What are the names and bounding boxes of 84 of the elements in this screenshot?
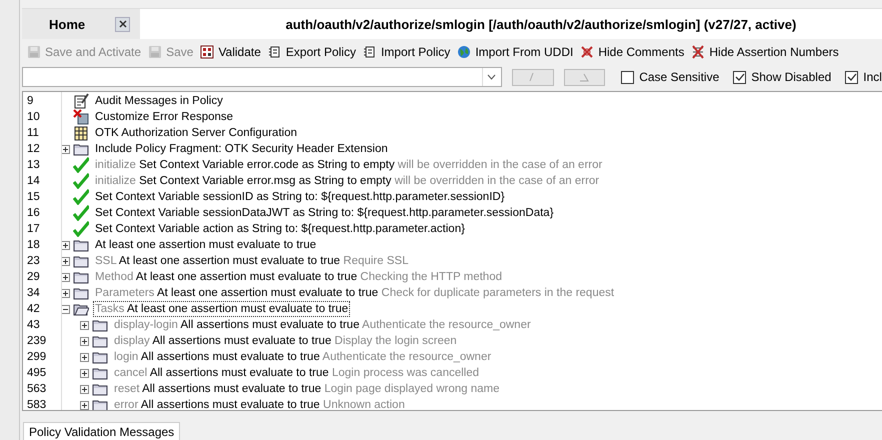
tree-node[interactable]: Audit Messages in Policy [93, 93, 225, 109]
tree-node[interactable]: cancel All assertions must evaluate to true Login process was cancelled [112, 365, 482, 381]
tree-node[interactable]: error All assertions must evaluate to true Unknown action [112, 397, 407, 410]
checkbox-label[interactable]: Incl [863, 70, 882, 84]
line-number: 14 [26, 174, 41, 189]
caret-icon [487, 74, 496, 80]
expand-icon[interactable] [80, 352, 88, 362]
line-number: 15 [26, 190, 41, 205]
tree-node[interactable]: initialize Set Context Variable error.msg as String to empty will be overridden in the case of an error [93, 173, 602, 189]
tree-node[interactable]: Set Context Variable sessionDataJWT as String to: ${request.http.parameter.sessionData} [93, 205, 556, 221]
expand-icon[interactable] [62, 272, 70, 282]
expand-icon[interactable] [62, 288, 70, 298]
tree-node[interactable]: Parameters At least one assertion must evaluate to true Check for duplicate parameters in the request [93, 285, 616, 301]
tree-node[interactable]: reset All assertions must evaluate to true Login page displayed wrong name [112, 381, 502, 397]
expand-icon[interactable] [80, 336, 88, 346]
toolbar-button[interactable]: Hide Assertion Numbers [691, 45, 839, 59]
line-number: 42 [26, 302, 41, 317]
line-number: 9 [26, 94, 34, 109]
tree-node[interactable]: Set Context Variable action as String to: ${request.http.parameter.action} [93, 221, 467, 237]
check-icon [73, 205, 89, 221]
checkbox-label[interactable]: Show Disabled [751, 70, 832, 84]
tree-node[interactable]: login All assertions must evaluate to true Authenticate the resource_owner [112, 349, 494, 365]
error-box-icon [73, 109, 89, 125]
cross-list-icon [691, 45, 706, 59]
line-number: 11 [26, 126, 40, 141]
tree-node[interactable]: Include Policy Fragment: OTK Security Header Extension [93, 141, 390, 157]
expand-icon[interactable] [80, 384, 88, 394]
line-number: 13 [26, 158, 41, 173]
cross-icon [580, 45, 594, 59]
document-icon [268, 45, 282, 59]
toolbar-button[interactable]: Import From UDDI [457, 45, 574, 59]
table-icon [73, 125, 89, 141]
line-number: 34 [26, 286, 41, 301]
line-number: 12 [26, 142, 41, 157]
tree-node[interactable]: Tasks At least one assertion must evaluate to true [93, 301, 350, 317]
document-icon [362, 45, 377, 59]
check-icon [73, 189, 89, 205]
tree-node[interactable]: SSL At least one assertion must evaluate to true Require SSL [93, 253, 410, 269]
search-field[interactable] [22, 67, 502, 87]
checkbox[interactable] [621, 70, 634, 84]
line-number: 10 [26, 110, 41, 125]
checkbox[interactable] [733, 70, 746, 84]
corner-icon [578, 71, 590, 83]
line-number: 583 [26, 398, 48, 413]
tab[interactable]: Policy Validation Messages [23, 422, 180, 440]
check-icon [73, 173, 89, 189]
line-number: 299 [26, 350, 48, 365]
tree-node[interactable]: OTK Authorization Server Configuration [93, 125, 299, 141]
globe-icon [457, 45, 472, 59]
expand-icon[interactable] [62, 256, 70, 266]
line-number: 495 [26, 366, 48, 381]
tab[interactable]: auth/oauth/v2/authorize/smlogin [/auth/oauth/v2/authorize/smlogin] (v27/27, active) [140, 9, 882, 39]
expand-icon[interactable] [80, 400, 88, 410]
tab[interactable]: Home [22, 9, 140, 39]
tree-node[interactable]: display-login All assertions must evaluate to true Authenticate the resource_owner [112, 317, 533, 333]
tree-node[interactable]: display All assertions must evaluate to true Display the login screen [112, 333, 459, 349]
tree-node[interactable]: Customize Error Response [93, 109, 236, 125]
expand-icon[interactable] [62, 240, 70, 250]
tree-node[interactable]: initialize Set Context Variable error.code as String to empty will be overridden in the case of an error [93, 157, 604, 173]
checkbox[interactable] [845, 70, 858, 84]
check-icon [73, 157, 89, 173]
expand-icon[interactable] [80, 368, 88, 378]
tree-node[interactable]: Set Context Variable sessionID as String to: ${request.http.parameter.sessionID} [93, 189, 507, 205]
line-number: 239 [26, 334, 48, 349]
line-number: 29 [26, 270, 41, 285]
line-number: 43 [26, 318, 41, 333]
expand-icon[interactable] [80, 320, 88, 330]
toolbar-button[interactable]: Validate [200, 45, 261, 59]
line-number: 563 [26, 382, 48, 397]
toolbar-button[interactable]: Hide Comments [580, 45, 684, 59]
collapse-icon[interactable] [62, 304, 70, 314]
toolbar-button[interactable]: Export Policy [268, 45, 356, 59]
expand-icon[interactable] [62, 144, 70, 154]
close-icon[interactable] [115, 16, 130, 32]
toolbar-button[interactable]: Import Policy [362, 45, 450, 59]
check-icon [73, 221, 89, 237]
line-number: 23 [26, 254, 41, 269]
line-number: 18 [26, 238, 41, 253]
line-number: 17 [26, 222, 41, 237]
tree-node[interactable]: At least one assertion must evaluate to true [93, 237, 318, 253]
grid-icon [200, 45, 214, 59]
checkbox-label[interactable]: Case Sensitive [639, 70, 720, 84]
tree-node[interactable]: Method At least one assertion must evaluate to true Checking the HTTP method [93, 269, 504, 285]
line-number: 16 [26, 206, 41, 221]
